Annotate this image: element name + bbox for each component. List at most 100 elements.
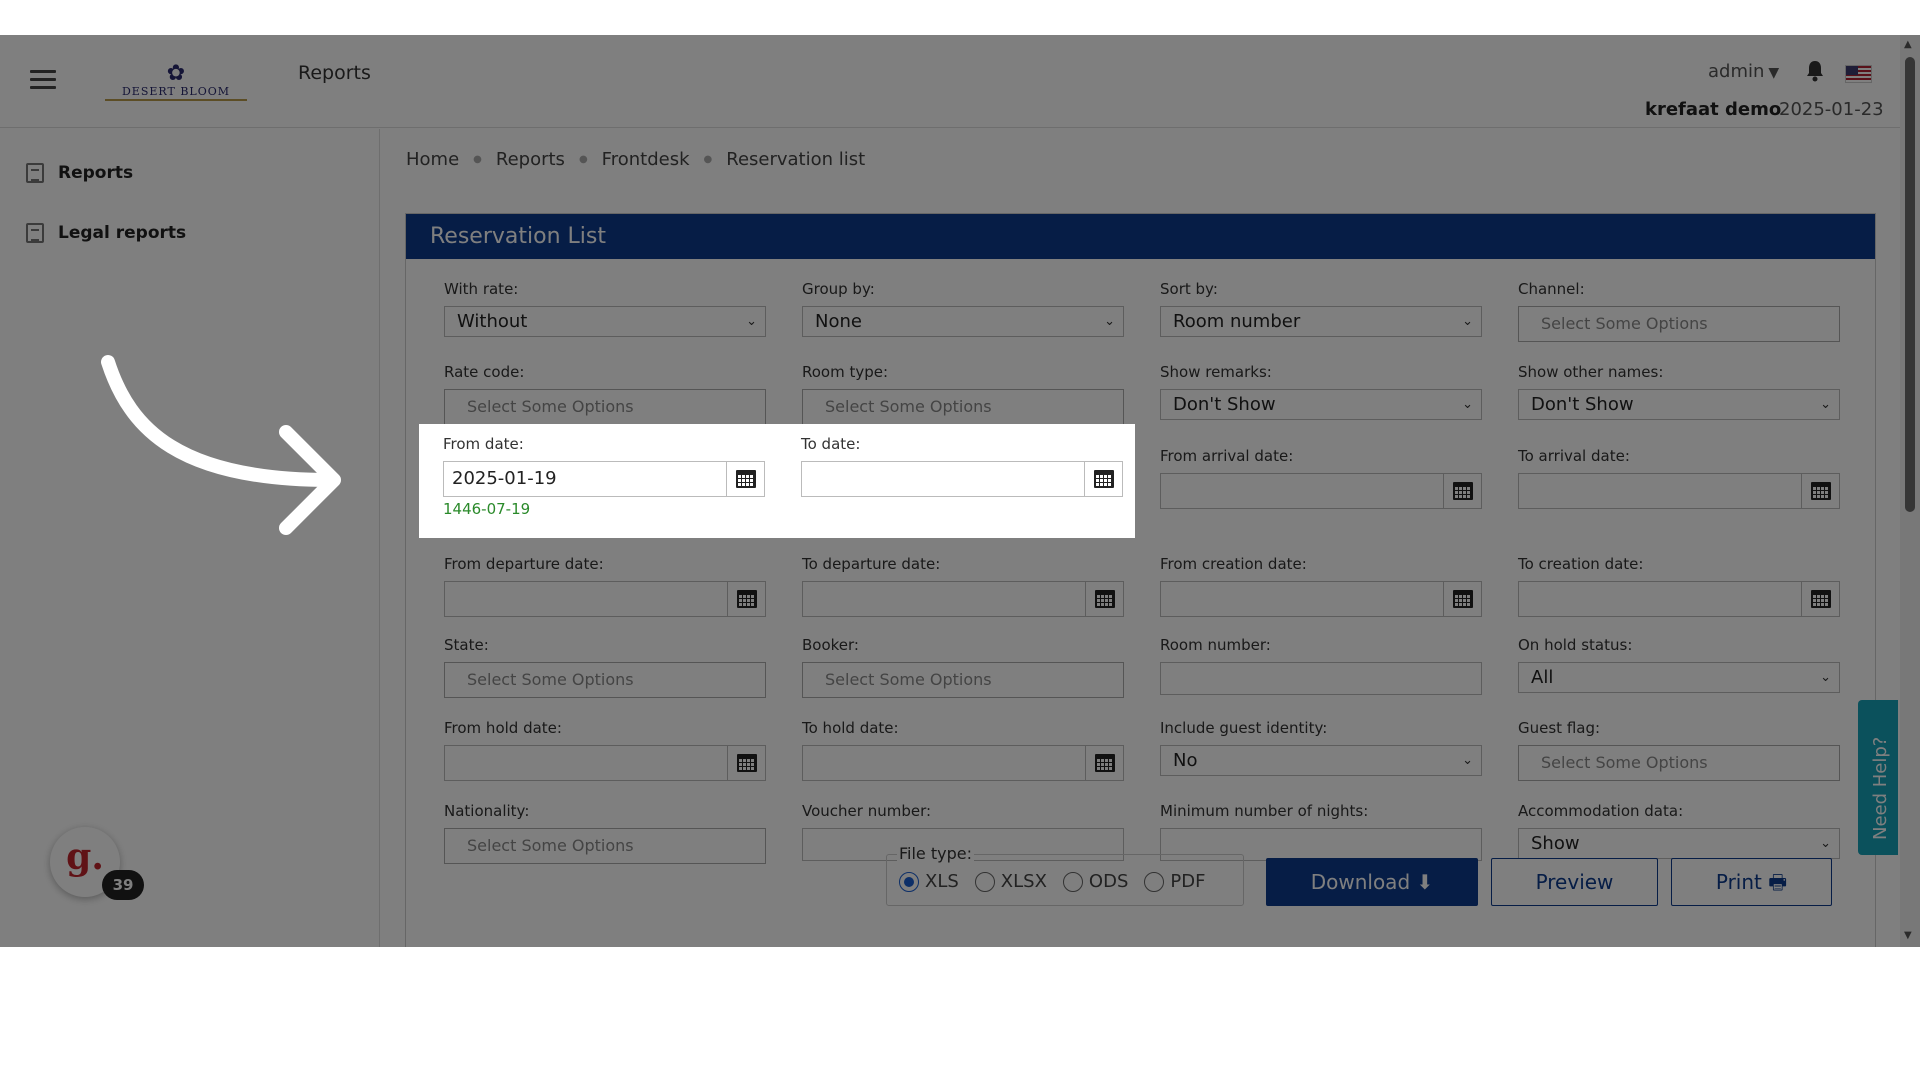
from-arrival-date-input[interactable] (1160, 473, 1482, 509)
accommodation-data-field: Accommodation data: Show ⌄ (1518, 802, 1840, 859)
reservation-list-panel: Reservation List With rate: Without ⌄ Gro… (405, 213, 1876, 947)
calendar-button[interactable] (1443, 474, 1481, 508)
calendar-button[interactable] (1801, 474, 1839, 508)
min-nights-label: Minimum number of nights: (1160, 802, 1369, 820)
to-creation-date-label: To creation date: (1518, 555, 1644, 573)
show-remarks-value: Don't Show (1173, 394, 1276, 415)
logo[interactable]: ✿ DESERT BLOOM (105, 63, 247, 105)
calendar-button[interactable] (727, 746, 765, 780)
to-hold-date-input[interactable] (802, 745, 1124, 781)
radio-button[interactable] (1144, 871, 1165, 892)
file-type-fieldset: File type: XLS XLSX ODS PDF (886, 844, 1244, 906)
calendar-button[interactable] (1084, 462, 1122, 496)
accommodation-data-select[interactable]: Show ⌄ (1518, 828, 1840, 859)
room-type-multiselect[interactable]: Select Some Options (802, 389, 1124, 425)
include-guest-identity-select[interactable]: No ⌄ (1160, 745, 1482, 776)
scroll-down-icon[interactable]: ▼ (1904, 930, 1912, 941)
scroll-up-icon[interactable]: ▲ (1904, 39, 1912, 50)
hijri-date: 1446-07-19 (443, 500, 531, 518)
from-departure-date-field: From departure date: (444, 555, 766, 617)
sidebar-item-reports[interactable]: Reports (26, 159, 133, 187)
sort-by-select[interactable]: Room number ⌄ (1160, 306, 1482, 337)
to-departure-date-field: To departure date: (802, 555, 1124, 617)
document-icon (26, 223, 44, 243)
breadcrumb: Home ● Reports ● Frontdesk ● Reservation li… (406, 149, 866, 170)
top-bar: ✿ DESERT BLOOM Reports admin ▼ krefaat de… (0, 35, 1900, 128)
show-remarks-select[interactable]: Don't Show ⌄ (1160, 389, 1482, 420)
to-creation-date-input[interactable] (1518, 581, 1840, 617)
group-by-value: None (815, 311, 862, 332)
sidebar-item-legal-reports[interactable]: Legal reports (26, 219, 186, 247)
radio-selected[interactable] (899, 871, 919, 892)
group-by-select[interactable]: None ⌄ (802, 306, 1124, 337)
us-flag-icon[interactable] (1845, 65, 1872, 83)
breadcrumb-frontdesk[interactable]: Frontdesk (602, 149, 690, 170)
calendar-icon (1453, 590, 1473, 608)
nationality-field: Nationality: Select Some Options (444, 802, 766, 864)
chevron-down-icon: ⌄ (1462, 753, 1473, 768)
breadcrumb-reports[interactable]: Reports (496, 149, 565, 170)
file-type-pdf-option[interactable]: PDF (1144, 871, 1205, 892)
radio-button[interactable] (1062, 871, 1083, 892)
chevron-down-icon: ⌄ (1462, 397, 1473, 412)
logo-text: DESERT BLOOM (105, 85, 247, 101)
rate-code-label: Rate code: (444, 363, 525, 381)
calendar-button[interactable] (727, 582, 765, 616)
rate-code-multiselect[interactable]: Select Some Options (444, 389, 766, 425)
admin-dropdown[interactable]: admin ▼ (1708, 61, 1779, 82)
group-by-field: Group by: None ⌄ (802, 280, 1124, 337)
calendar-button[interactable] (1085, 582, 1123, 616)
from-creation-date-input[interactable] (1160, 581, 1482, 617)
to-date-input[interactable] (801, 461, 1123, 497)
to-departure-date-label: To departure date: (802, 555, 941, 573)
state-multiselect[interactable]: Select Some Options (444, 662, 766, 698)
bell-icon[interactable] (1805, 60, 1825, 82)
hamburger-menu-icon[interactable] (30, 70, 56, 90)
booker-field: Booker: Select Some Options (802, 636, 1124, 698)
calendar-icon (1811, 590, 1831, 608)
with-rate-select[interactable]: Without ⌄ (444, 306, 766, 337)
show-other-names-select[interactable]: Don't Show ⌄ (1518, 389, 1840, 420)
file-type-xls-option[interactable]: XLS (899, 871, 959, 892)
accommodation-data-value: Show (1531, 833, 1580, 854)
chevron-down-icon: ⌄ (1462, 314, 1473, 329)
file-type-ods-option[interactable]: ODS (1062, 871, 1128, 892)
guest-flag-multiselect[interactable]: Select Some Options (1518, 745, 1840, 781)
download-button[interactable]: Download ⬇ (1266, 858, 1478, 906)
calendar-button[interactable] (1801, 582, 1839, 616)
breadcrumb-home[interactable]: Home (406, 149, 459, 170)
room-type-field: Room type: Select Some Options (802, 363, 1124, 425)
calendar-button[interactable] (1085, 746, 1123, 780)
channel-field: Channel: Select Some Options (1518, 280, 1840, 342)
calendar-button[interactable] (726, 462, 764, 496)
need-help-tab[interactable]: Need Help? (1858, 700, 1898, 855)
from-hold-date-input[interactable] (444, 745, 766, 781)
on-hold-status-select[interactable]: All ⌄ (1518, 662, 1840, 693)
booker-multiselect[interactable]: Select Some Options (802, 662, 1124, 698)
nationality-multiselect[interactable]: Select Some Options (444, 828, 766, 864)
calendar-button[interactable] (1443, 582, 1481, 616)
user-name: krefaat demo (1645, 99, 1782, 120)
sidebar-item-label: Reports (58, 163, 134, 183)
scroll-thumb[interactable] (1905, 57, 1915, 512)
from-date-input[interactable]: 2025-01-19 (443, 461, 765, 497)
calendar-icon (1094, 470, 1114, 488)
file-type-legend: File type: (897, 844, 974, 863)
from-departure-date-input[interactable] (444, 581, 766, 617)
chevron-down-icon: ⌄ (746, 314, 757, 329)
highlighted-date-fields: From date: 2025-01-19 1446-07-19 To date… (419, 424, 1135, 538)
to-arrival-date-input[interactable] (1518, 473, 1840, 509)
print-button[interactable]: Print 🖶 (1671, 858, 1832, 906)
state-label: State: (444, 636, 489, 654)
calendar-icon (737, 590, 757, 608)
channel-multiselect[interactable]: Select Some Options (1518, 306, 1840, 342)
file-type-xlsx-option[interactable]: XLSX (974, 871, 1047, 892)
radio-button[interactable] (974, 871, 995, 892)
to-departure-date-input[interactable] (802, 581, 1124, 617)
room-number-input[interactable] (1160, 662, 1482, 695)
preview-button[interactable]: Preview (1491, 858, 1658, 906)
scrollbar[interactable]: ▲ ▼ (1900, 35, 1920, 947)
show-remarks-field: Show remarks: Don't Show ⌄ (1160, 363, 1482, 420)
show-remarks-label: Show remarks: (1160, 363, 1272, 381)
channel-label: Channel: (1518, 280, 1585, 298)
